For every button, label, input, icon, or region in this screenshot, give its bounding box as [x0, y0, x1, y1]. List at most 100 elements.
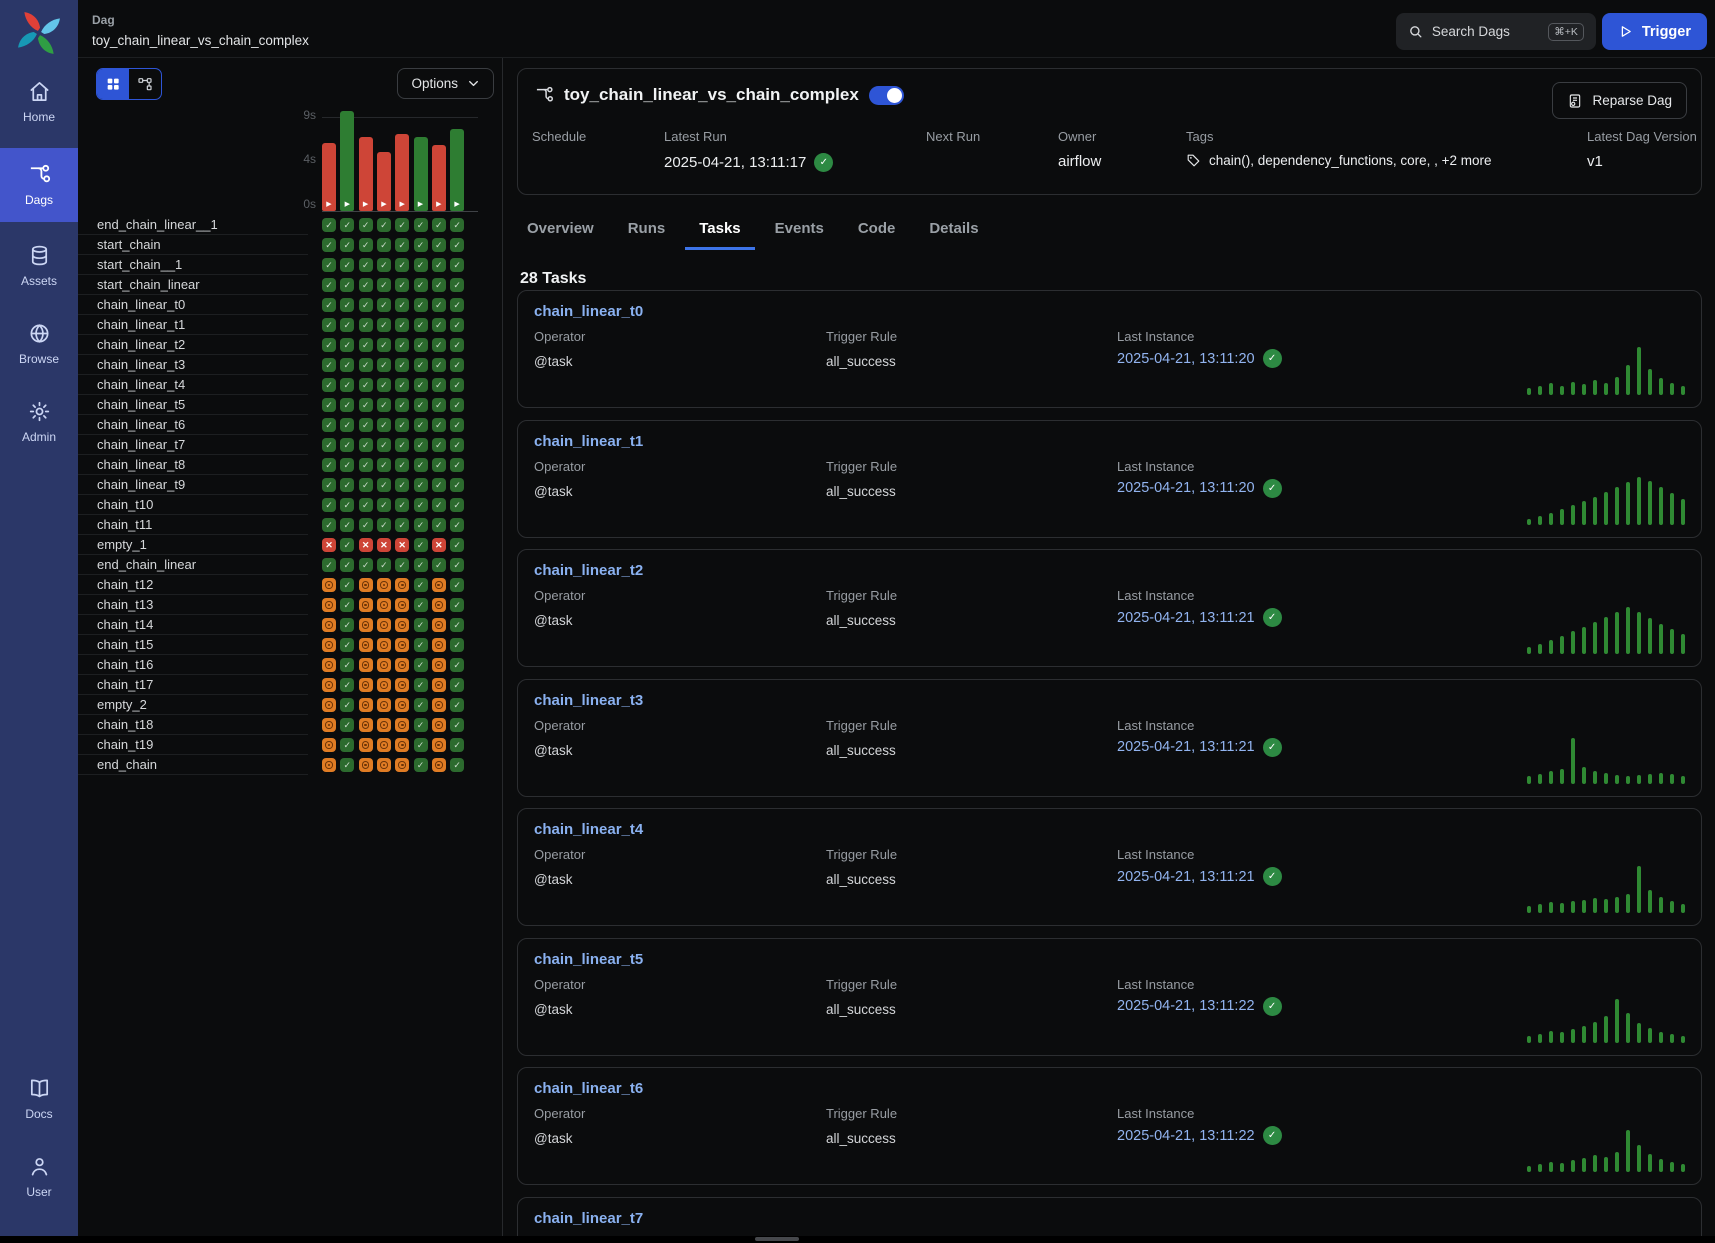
- run-duration-bar[interactable]: ▶: [340, 111, 354, 211]
- task-instance-success[interactable]: ✓: [432, 398, 446, 412]
- task-instance-upstream_failed[interactable]: [377, 598, 391, 612]
- task-instance-upstream_failed[interactable]: [377, 618, 391, 632]
- task-instance-upstream_failed[interactable]: [359, 718, 373, 732]
- task-instance-success[interactable]: ✓: [432, 438, 446, 452]
- task-link[interactable]: chain_linear_t7: [534, 1210, 643, 1227]
- task-instance-success[interactable]: ✓: [414, 398, 428, 412]
- task-instance-success[interactable]: ✓: [450, 258, 464, 272]
- task-instance-upstream_failed[interactable]: [395, 698, 409, 712]
- task-instance-success[interactable]: ✓: [340, 518, 354, 532]
- task-instance-success[interactable]: ✓: [395, 478, 409, 492]
- task-instance-success[interactable]: ✓: [414, 358, 428, 372]
- task-instance-failed[interactable]: ✕: [377, 538, 391, 552]
- task-instance-success[interactable]: ✓: [414, 758, 428, 772]
- task-link[interactable]: chain_linear_t6: [534, 1080, 643, 1097]
- task-instance-success[interactable]: ✓: [359, 278, 373, 292]
- task-instance-upstream_failed[interactable]: [359, 698, 373, 712]
- task-instance-success[interactable]: ✓: [322, 218, 336, 232]
- airflow-logo[interactable]: [0, 10, 78, 56]
- task-instance-success[interactable]: ✓: [414, 638, 428, 652]
- task-instance-success[interactable]: ✓: [340, 278, 354, 292]
- task-instance-upstream_failed[interactable]: [432, 578, 446, 592]
- task-instance-success[interactable]: ✓: [414, 678, 428, 692]
- task-instance-success[interactable]: ✓: [432, 358, 446, 372]
- task-instance-upstream_failed[interactable]: [322, 578, 336, 592]
- tab-code[interactable]: Code: [844, 209, 910, 250]
- task-instance-success[interactable]: ✓: [414, 558, 428, 572]
- task-instance-success[interactable]: ✓: [450, 378, 464, 392]
- task-instance-success[interactable]: ✓: [359, 478, 373, 492]
- task-name[interactable]: chain_t12: [97, 575, 153, 594]
- task-instance-success[interactable]: ✓: [359, 418, 373, 432]
- task-instance-success[interactable]: ✓: [395, 438, 409, 452]
- task-name[interactable]: chain_t10: [97, 495, 153, 514]
- sidebar-item-browse[interactable]: Browse: [0, 312, 78, 376]
- task-instance-success[interactable]: ✓: [340, 258, 354, 272]
- task-instance-success[interactable]: ✓: [359, 398, 373, 412]
- task-instance-success[interactable]: ✓: [359, 378, 373, 392]
- task-instance-success[interactable]: ✓: [377, 518, 391, 532]
- last-instance-link[interactable]: 2025-04-21, 13:11:21: [1117, 869, 1255, 885]
- task-instance-success[interactable]: ✓: [322, 478, 336, 492]
- task-instance-upstream_failed[interactable]: [359, 678, 373, 692]
- task-instance-upstream_failed[interactable]: [377, 638, 391, 652]
- last-instance-link[interactable]: 2025-04-21, 13:11:22: [1117, 998, 1255, 1014]
- task-instance-upstream_failed[interactable]: [432, 598, 446, 612]
- sidebar-item-admin[interactable]: Admin: [0, 390, 78, 454]
- task-instance-upstream_failed[interactable]: [359, 658, 373, 672]
- run-duration-bar[interactable]: ▶: [359, 137, 373, 211]
- task-instance-upstream_failed[interactable]: [377, 678, 391, 692]
- task-instance-success[interactable]: ✓: [414, 218, 428, 232]
- task-link[interactable]: chain_linear_t1: [534, 433, 643, 450]
- task-instance-success[interactable]: ✓: [322, 378, 336, 392]
- task-instance-success[interactable]: ✓: [359, 438, 373, 452]
- task-instance-success[interactable]: ✓: [450, 738, 464, 752]
- task-instance-success[interactable]: ✓: [359, 358, 373, 372]
- tab-runs[interactable]: Runs: [614, 209, 680, 250]
- task-name[interactable]: chain_t18: [97, 715, 153, 734]
- task-instance-upstream_failed[interactable]: [322, 618, 336, 632]
- task-instance-upstream_failed[interactable]: [322, 698, 336, 712]
- task-instance-upstream_failed[interactable]: [395, 678, 409, 692]
- task-instance-success[interactable]: ✓: [450, 618, 464, 632]
- task-instance-upstream_failed[interactable]: [395, 598, 409, 612]
- task-instance-success[interactable]: ✓: [340, 418, 354, 432]
- task-instance-success[interactable]: ✓: [450, 478, 464, 492]
- task-instance-success[interactable]: ✓: [395, 558, 409, 572]
- task-instance-success[interactable]: ✓: [377, 558, 391, 572]
- task-instance-success[interactable]: ✓: [432, 418, 446, 432]
- task-name[interactable]: chain_t17: [97, 675, 153, 694]
- task-instance-success[interactable]: ✓: [359, 318, 373, 332]
- task-instance-success[interactable]: ✓: [414, 438, 428, 452]
- task-instance-success[interactable]: ✓: [377, 478, 391, 492]
- task-instance-success[interactable]: ✓: [414, 718, 428, 732]
- task-instance-success[interactable]: ✓: [414, 518, 428, 532]
- task-instance-success[interactable]: ✓: [414, 418, 428, 432]
- task-instance-success[interactable]: ✓: [340, 658, 354, 672]
- run-duration-bar[interactable]: ▶: [395, 134, 409, 211]
- task-instance-success[interactable]: ✓: [359, 558, 373, 572]
- task-instance-success[interactable]: ✓: [395, 518, 409, 532]
- task-instance-success[interactable]: ✓: [340, 538, 354, 552]
- task-instance-success[interactable]: ✓: [450, 438, 464, 452]
- task-instance-success[interactable]: ✓: [414, 738, 428, 752]
- task-instance-success[interactable]: ✓: [377, 298, 391, 312]
- task-instance-success[interactable]: ✓: [322, 278, 336, 292]
- run-duration-bar[interactable]: ▶: [414, 137, 428, 211]
- task-instance-success[interactable]: ✓: [340, 638, 354, 652]
- task-instance-success[interactable]: ✓: [322, 258, 336, 272]
- task-instance-success[interactable]: ✓: [414, 278, 428, 292]
- task-instance-success[interactable]: ✓: [340, 238, 354, 252]
- task-instance-success[interactable]: ✓: [414, 598, 428, 612]
- task-instance-success[interactable]: ✓: [414, 338, 428, 352]
- task-instance-success[interactable]: ✓: [395, 358, 409, 372]
- task-name[interactable]: chain_t14: [97, 615, 153, 634]
- task-instance-success[interactable]: ✓: [340, 298, 354, 312]
- task-instance-success[interactable]: ✓: [450, 638, 464, 652]
- task-instance-success[interactable]: ✓: [395, 238, 409, 252]
- task-instance-success[interactable]: ✓: [340, 378, 354, 392]
- task-instance-failed[interactable]: ✕: [322, 538, 336, 552]
- task-instance-success[interactable]: ✓: [432, 478, 446, 492]
- task-instance-success[interactable]: ✓: [322, 238, 336, 252]
- task-instance-success[interactable]: ✓: [377, 338, 391, 352]
